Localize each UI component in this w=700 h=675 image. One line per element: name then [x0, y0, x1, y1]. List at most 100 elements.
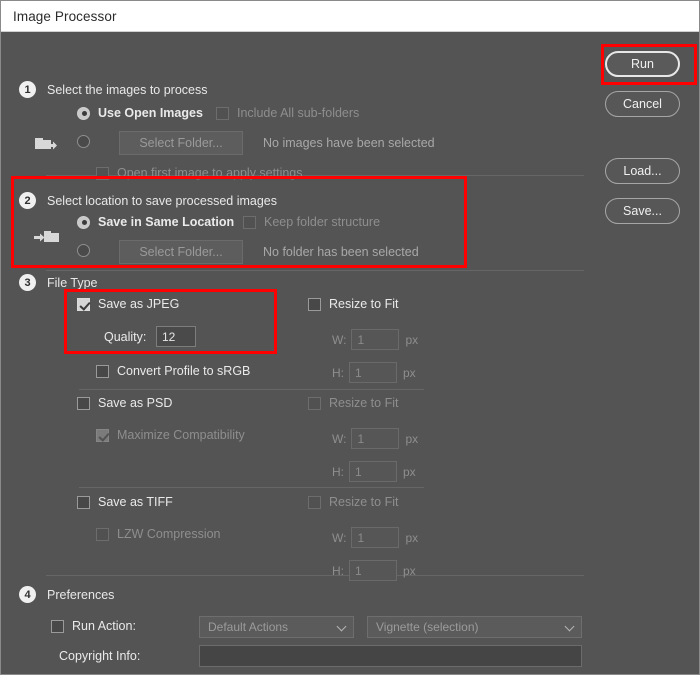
psd-width-prefix: W:: [332, 431, 347, 446]
tiff-height-input[interactable]: 1: [349, 560, 397, 581]
action-name-value: Vignette (selection): [376, 620, 479, 634]
convert-srgb-label: Convert Profile to sRGB: [117, 364, 251, 378]
tiff-width-row[interactable]: W: 1 px: [332, 527, 418, 548]
maximize-compat-checkbox[interactable]: [96, 428, 109, 442]
jpeg-resize-checkbox[interactable]: [308, 297, 321, 311]
step-4-header: 4 Preferences: [19, 586, 114, 603]
psd-resize-checkbox[interactable]: [308, 396, 321, 410]
load-button[interactable]: Load...: [605, 158, 680, 184]
save-as-jpeg-row[interactable]: Save as JPEG: [77, 297, 179, 311]
tiff-resize-checkbox[interactable]: [308, 495, 321, 509]
tiff-height-prefix: H:: [332, 563, 344, 578]
save-as-jpeg-checkbox[interactable]: [77, 297, 90, 311]
keep-folder-structure-checkbox[interactable]: [243, 215, 256, 229]
save-same-location-row[interactable]: Save in Same Location: [77, 215, 234, 229]
convert-srgb-row[interactable]: Convert Profile to sRGB: [96, 364, 250, 378]
psd-resize-label: Resize to Fit: [329, 396, 399, 410]
include-subfolders-label: Include All sub-folders: [237, 106, 360, 120]
save-as-tiff-checkbox[interactable]: [77, 495, 90, 509]
include-subfolders-checkbox[interactable]: [216, 106, 229, 120]
step-3-badge: 3: [19, 274, 36, 291]
psd-width-input[interactable]: 1: [351, 428, 400, 449]
save-as-tiff-label: Save as TIFF: [98, 495, 173, 509]
select-folder-radio-2-wrap[interactable]: [77, 244, 90, 257]
convert-srgb-checkbox[interactable]: [96, 364, 109, 378]
run-button[interactable]: Run: [605, 51, 680, 77]
run-action-row[interactable]: Run Action:: [51, 619, 136, 633]
step-2-label: Select location to save processed images: [47, 193, 277, 208]
psd-width-row[interactable]: W: 1 px: [332, 428, 418, 449]
run-action-checkbox[interactable]: [51, 619, 64, 633]
titlebar: Image Processor: [1, 1, 699, 32]
chevron-down-icon: [566, 623, 575, 632]
open-first-image-row[interactable]: Open first image to apply settings: [96, 166, 303, 180]
save-same-location-radio[interactable]: [77, 215, 90, 229]
select-folder-radio-1-wrap[interactable]: [77, 135, 90, 148]
action-set-select[interactable]: Default Actions: [199, 616, 354, 638]
save-as-psd-label: Save as PSD: [98, 396, 173, 410]
tiff-resize-label: Resize to Fit: [329, 495, 399, 509]
jpeg-height-row[interactable]: H: 1 px: [332, 362, 416, 383]
open-first-image-checkbox[interactable]: [96, 166, 109, 180]
tiff-width-prefix: W:: [332, 530, 347, 545]
cancel-button[interactable]: Cancel: [605, 91, 680, 117]
psd-width-unit: px: [405, 431, 419, 446]
lzw-checkbox[interactable]: [96, 527, 109, 541]
copyright-info-input[interactable]: [199, 645, 582, 667]
select-folder-radio-2[interactable]: [77, 244, 90, 257]
action-set-value: Default Actions: [208, 620, 289, 634]
keep-folder-structure-row[interactable]: Keep folder structure: [243, 215, 380, 229]
save-button[interactable]: Save...: [605, 198, 680, 224]
image-processor-dialog: Image Processor 1 Select the images to p…: [0, 0, 700, 675]
keep-folder-structure-label: Keep folder structure: [264, 215, 381, 229]
jpeg-height-unit: px: [403, 365, 416, 380]
save-as-psd-checkbox[interactable]: [77, 396, 90, 410]
copyright-info-label: Copyright Info:: [59, 649, 141, 663]
psd-height-input[interactable]: 1: [349, 461, 397, 482]
chevron-down-icon: [338, 623, 347, 632]
save-as-tiff-row[interactable]: Save as TIFF: [77, 495, 173, 509]
save-folder-in-icon: [34, 231, 59, 242]
step-2-badge: 2: [19, 192, 36, 209]
jpeg-height-prefix: H:: [332, 365, 344, 380]
jpeg-resize-label: Resize to Fit: [329, 297, 399, 311]
step-3-header: 3 File Type: [19, 274, 98, 291]
tiff-resize-row[interactable]: Resize to Fit: [308, 495, 398, 509]
step-2-header: 2 Select location to save processed imag…: [19, 192, 277, 209]
open-first-image-label: Open first image to apply settings: [117, 166, 303, 180]
tiff-width-input[interactable]: 1: [351, 527, 400, 548]
action-name-select[interactable]: Vignette (selection): [367, 616, 582, 638]
jpeg-width-prefix: W:: [332, 332, 347, 347]
tiff-width-unit: px: [405, 530, 419, 545]
include-subfolders-row[interactable]: Include All sub-folders: [216, 106, 359, 120]
jpeg-height-input[interactable]: 1: [349, 362, 397, 383]
save-as-psd-row[interactable]: Save as PSD: [77, 396, 172, 410]
select-folder-button-2[interactable]: Select Folder...: [119, 240, 243, 264]
maximize-compat-row[interactable]: Maximize Compatibility: [96, 428, 245, 442]
divider-2: [46, 270, 584, 271]
use-open-images-radio[interactable]: [77, 106, 90, 120]
jpeg-width-input[interactable]: 1: [351, 329, 400, 350]
step-4-label: Preferences: [47, 587, 115, 602]
lzw-row[interactable]: LZW Compression: [96, 527, 221, 541]
jpeg-width-row[interactable]: W: 1 px: [332, 329, 418, 350]
step-1-badge: 1: [19, 81, 36, 98]
select-folder-radio-1[interactable]: [77, 135, 90, 148]
use-open-images-label: Use Open Images: [98, 106, 203, 120]
run-action-label: Run Action:: [72, 619, 136, 633]
settings-content: 1 Select the images to process Use Open …: [1, 32, 586, 674]
save-as-jpeg-label: Save as JPEG: [98, 297, 180, 311]
maximize-compat-label: Maximize Compatibility: [117, 428, 245, 442]
jpeg-resize-row[interactable]: Resize to Fit: [308, 297, 398, 311]
psd-height-row[interactable]: H: 1 px: [332, 461, 416, 482]
no-images-status: No images have been selected: [263, 136, 435, 150]
select-folder-button-1[interactable]: Select Folder...: [119, 131, 243, 155]
divider-psd-tiff: [79, 487, 424, 488]
step-1-label: Select the images to process: [47, 82, 208, 97]
window-title: Image Processor: [13, 8, 117, 24]
psd-resize-row[interactable]: Resize to Fit: [308, 396, 398, 410]
use-open-images-row[interactable]: Use Open Images: [77, 106, 203, 120]
jpeg-quality-input[interactable]: 12: [156, 326, 196, 347]
tiff-height-row[interactable]: H: 1 px: [332, 560, 416, 581]
lzw-label: LZW Compression: [117, 527, 221, 541]
